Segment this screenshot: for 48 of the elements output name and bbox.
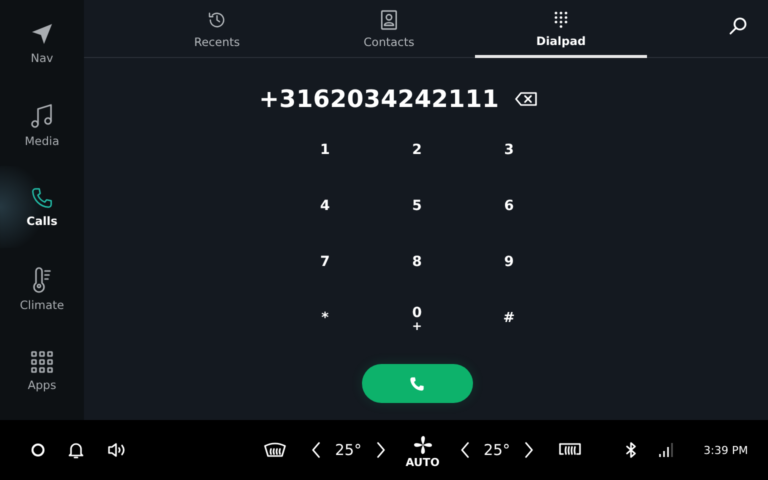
chevron-right-icon[interactable] bbox=[376, 442, 386, 458]
keypad-key[interactable]: 6 bbox=[463, 178, 555, 234]
home-circle-icon[interactable] bbox=[31, 443, 45, 457]
bell-icon[interactable] bbox=[68, 442, 84, 458]
fan-icon bbox=[412, 435, 433, 455]
keypad-key[interactable]: 2 bbox=[371, 122, 463, 178]
bluetooth-icon bbox=[626, 442, 636, 458]
keypad-key[interactable]: # bbox=[463, 290, 555, 346]
chevron-right-icon[interactable] bbox=[524, 442, 534, 458]
sidebar-item[interactable]: Apps bbox=[0, 330, 84, 412]
backspace-icon[interactable] bbox=[515, 92, 537, 106]
speaker-volume-icon[interactable] bbox=[107, 442, 127, 458]
keypad-key[interactable]: 5 bbox=[371, 178, 463, 234]
contact-book-icon bbox=[380, 10, 398, 30]
sidebar-item[interactable]: Climate bbox=[0, 248, 84, 330]
keypad-key[interactable]: 8 bbox=[371, 234, 463, 290]
sidebar-item[interactable]: Media bbox=[0, 84, 84, 166]
tab[interactable]: Dialpad bbox=[475, 0, 647, 58]
front-defrost-icon[interactable] bbox=[263, 442, 287, 458]
navigation-arrow-icon bbox=[30, 22, 54, 46]
clock-time: 3:39 PM bbox=[704, 444, 748, 456]
phone-icon bbox=[31, 186, 53, 208]
fan-auto-button[interactable]: AUTO bbox=[406, 431, 440, 469]
temperature-value: 25° bbox=[335, 441, 362, 459]
tab[interactable]: Contacts bbox=[303, 0, 475, 58]
keypad-key[interactable]: 4 bbox=[279, 178, 371, 234]
phone-number-display: +3162034242111 bbox=[259, 85, 499, 113]
keypad-key[interactable]: 1 bbox=[279, 122, 371, 178]
tab[interactable]: Recents bbox=[131, 0, 303, 58]
keypad-key[interactable]: * bbox=[279, 290, 371, 346]
call-button[interactable] bbox=[362, 364, 472, 403]
keypad-key[interactable]: 0 + bbox=[371, 290, 463, 346]
phone-icon bbox=[409, 376, 425, 392]
music-note-icon bbox=[31, 102, 53, 128]
keypad-key[interactable]: 9 bbox=[463, 234, 555, 290]
keypad-key[interactable]: 3 bbox=[463, 122, 555, 178]
keypad-key[interactable]: 7 bbox=[279, 234, 371, 290]
thermometer-icon bbox=[32, 266, 52, 292]
chevron-left-icon[interactable] bbox=[460, 442, 470, 458]
history-clock-icon bbox=[207, 10, 227, 30]
search-icon[interactable] bbox=[728, 16, 748, 36]
app-grid-icon bbox=[31, 350, 53, 372]
sidebar-item[interactable]: Nav bbox=[0, 2, 84, 84]
temperature-value: 25° bbox=[484, 441, 510, 459]
keypad-dots-icon bbox=[554, 10, 568, 28]
chevron-left-icon[interactable] bbox=[311, 442, 321, 458]
rear-defrost-icon[interactable] bbox=[558, 442, 582, 458]
signal-bars-icon bbox=[658, 442, 674, 458]
